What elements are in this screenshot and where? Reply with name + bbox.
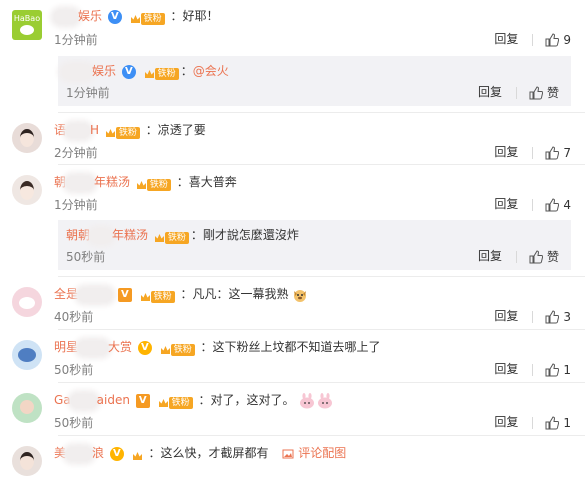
- image-icon: [282, 449, 294, 458]
- reply-button[interactable]: 回复: [494, 143, 518, 161]
- reply-button[interactable]: 回复: [478, 247, 502, 265]
- comment-item: HaBao 娱乐 V 铁粉 ：好耶！ 1分钟前 回复 9 娱乐 V 铁粉 ：@会火 …: [0, 0, 585, 118]
- fan-badge-icon: 铁粉: [158, 394, 193, 409]
- comment-image-link[interactable]: 评论配图: [282, 446, 346, 460]
- avatar[interactable]: [12, 123, 42, 153]
- verified-icon: V: [135, 393, 150, 408]
- fan-badge-icon: 铁粉: [154, 229, 189, 244]
- like-count: 1: [563, 415, 571, 430]
- avatar[interactable]: [12, 446, 42, 476]
- sub-reply: 娱乐 V 铁粉 ：@会火 1分钟前 回复赞: [58, 56, 571, 106]
- comment-time: 1分钟前: [66, 86, 110, 100]
- fan-badge-icon: 铁粉: [140, 288, 175, 303]
- fan-badge-icon: 铁粉: [130, 10, 165, 25]
- comment-time: 40秒前: [54, 310, 94, 324]
- reply-button[interactable]: 回复: [494, 307, 518, 325]
- comment-time: 1分钟前: [54, 198, 98, 212]
- comment-text: ：这么快，才截屏都有: [148, 446, 269, 460]
- comment-time: 1分钟前: [54, 33, 98, 47]
- username[interactable]: 娱乐: [92, 64, 116, 78]
- comment-actions: 回复 4: [494, 195, 571, 213]
- comment-time: 50秒前: [66, 250, 106, 264]
- comment-actions: 回复 3: [494, 307, 571, 325]
- username[interactable]: 朝朝 年糕汤: [66, 228, 148, 243]
- comment-item: 朝年糕汤 铁粉 ：喜大普奔 1分钟前 回复 4 朝朝 年糕汤 铁粉 ：剛才說怎麼還沒炸…: [0, 165, 585, 275]
- comment-time: 50秒前: [54, 416, 94, 430]
- comment-line: Ga aiden V 铁粉 ：对了，这对了。: [54, 391, 334, 409]
- comment-actions: 回复 1: [494, 413, 571, 431]
- comment-time: 2分钟前: [54, 146, 98, 160]
- thumbs-up-icon[interactable]: [545, 145, 560, 160]
- avatar[interactable]: [12, 393, 42, 423]
- fan-badge-icon: 铁粉: [144, 65, 179, 80]
- username[interactable]: 全是: [54, 287, 113, 302]
- comment-item: 语H 铁粉 ：凉透了要 2分钟前 回复 7: [0, 113, 585, 165]
- username[interactable]: 语H: [54, 123, 99, 138]
- fan-badge-icon: 铁粉: [136, 176, 171, 191]
- comment-text: ：凉透了要: [145, 123, 206, 137]
- comment-time: 50秒前: [54, 363, 94, 377]
- comment-line: 娱乐 V 铁粉 ：好耶！: [54, 7, 219, 25]
- avatar[interactable]: HaBao: [12, 10, 42, 40]
- comment-actions: 回复 9: [494, 30, 571, 48]
- fan-badge-icon: 铁粉: [105, 124, 140, 139]
- thumbs-up-icon[interactable]: [545, 197, 560, 212]
- thumbs-up-icon[interactable]: [545, 362, 560, 377]
- like-count: 3: [563, 309, 571, 324]
- reply-button[interactable]: 回复: [494, 360, 518, 378]
- thumbs-up-icon[interactable]: [529, 85, 543, 100]
- like-label: 赞: [546, 85, 559, 100]
- dog-emoji-icon: [294, 289, 307, 302]
- comment-line: 全是 V 铁粉 ：凡凡：这一幕我熟: [54, 285, 308, 303]
- comment-line: 美浪 V ：这么快，才截屏都有 评论配图: [54, 444, 346, 462]
- comment-actions: 回复 7: [494, 143, 571, 161]
- sub-reply: 朝朝 年糕汤 铁粉 ：剛才說怎麼還沒炸 50秒前 回复 赞: [58, 220, 571, 270]
- verified-icon: V: [107, 9, 122, 24]
- like-count: 7: [563, 145, 571, 160]
- username[interactable]: 朝年糕汤: [54, 175, 130, 190]
- mention-link[interactable]: @会火: [193, 64, 229, 78]
- verified-icon: V: [109, 446, 124, 461]
- like-count: 1: [563, 362, 571, 377]
- avatar[interactable]: [12, 175, 42, 205]
- comment-actions: 回复 1: [494, 360, 571, 378]
- comment-line: 语H 铁粉 ：凉透了要: [54, 121, 206, 139]
- thumbs-up-icon[interactable]: [545, 309, 560, 324]
- like-label: 赞: [546, 249, 559, 264]
- reply-button[interactable]: 回复: [494, 195, 518, 213]
- rabbit-emoji-icon: [300, 392, 333, 408]
- comment-text: ：凡凡：这一幕我熟: [180, 287, 289, 301]
- thumbs-up-icon[interactable]: [529, 249, 543, 264]
- avatar[interactable]: [12, 287, 42, 317]
- thumbs-up-icon[interactable]: [545, 415, 560, 430]
- username[interactable]: 娱乐: [78, 9, 102, 23]
- comment-item: 全是 V 铁粉 ：凡凡：这一幕我熟 40秒前 回复 3: [0, 277, 585, 329]
- verified-icon: V: [121, 64, 136, 79]
- comment-item: 美浪 V ：这么快，才截屏都有 评论配图: [0, 436, 585, 478]
- reply-button[interactable]: 回复: [494, 413, 518, 431]
- username[interactable]: 明星 大赏: [54, 340, 132, 355]
- comment-item: 明星 大赏 V 铁粉 ：这下粉丝上坟都不知道去哪上了 50秒前 回复 1: [0, 330, 585, 382]
- comment-text: ：对了，这对了。: [198, 393, 295, 407]
- fan-badge-icon: 铁粉: [160, 341, 195, 356]
- comment-text: ：剛才說怎麼還沒炸: [190, 228, 299, 242]
- like-count: 4: [563, 197, 571, 212]
- comment-line: 朝年糕汤 铁粉 ：喜大普奔: [54, 173, 237, 191]
- reply-button[interactable]: 回复: [494, 30, 518, 48]
- comment-line: 明星 大赏 V 铁粉 ：这下粉丝上坟都不知道去哪上了: [54, 338, 381, 356]
- username[interactable]: 美浪: [54, 446, 104, 461]
- comment-text: ：这下粉丝上坟都不知道去哪上了: [200, 340, 381, 354]
- comment-text: ：喜大普奔: [176, 175, 237, 189]
- verified-icon: V: [137, 340, 152, 355]
- verified-icon: V: [117, 287, 132, 302]
- avatar[interactable]: [12, 340, 42, 370]
- reply-button[interactable]: 回复: [478, 83, 502, 101]
- thumbs-up-icon[interactable]: [545, 32, 560, 47]
- like-count: 9: [563, 32, 571, 47]
- comment-text: ：好耶！: [170, 9, 219, 23]
- comment-item: Ga aiden V 铁粉 ：对了，这对了。 50秒前 回复 1: [0, 383, 585, 435]
- fan-badge-icon: [132, 447, 143, 461]
- username[interactable]: Ga aiden: [54, 393, 130, 408]
